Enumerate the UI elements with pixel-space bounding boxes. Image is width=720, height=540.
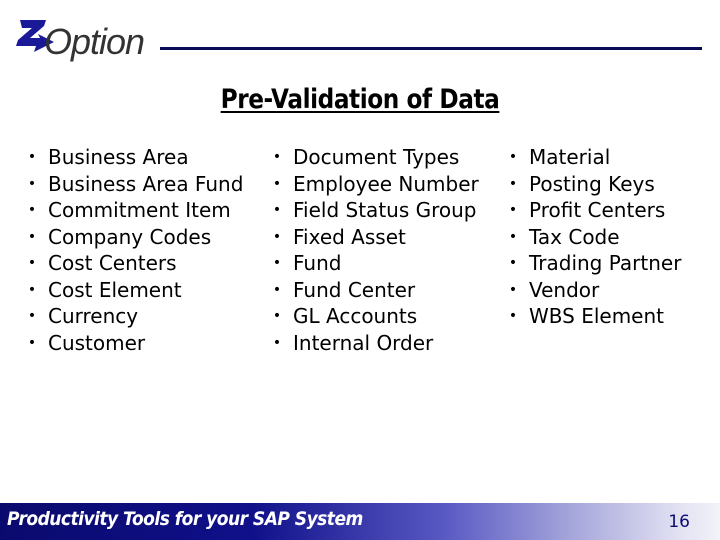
- list-item-text: Business Area: [48, 145, 189, 169]
- list-item-text: Document Types: [293, 145, 460, 169]
- slide-title: Pre-Validation of Data: [220, 84, 500, 115]
- bullet-icon: •: [272, 334, 282, 351]
- list-item-text: Trading Partner: [529, 251, 682, 275]
- footer-band: Productivity Tools for your SAP System 1…: [0, 503, 720, 540]
- bullet-icon: •: [27, 308, 37, 324]
- bullet-icon: •: [508, 149, 518, 165]
- list-item-text: Profit Centers: [529, 198, 666, 222]
- bullet-icon: •: [272, 228, 282, 245]
- logo-wordmark: Option: [44, 21, 145, 62]
- list-item-text: Currency: [48, 304, 139, 328]
- list-item-text: Fixed Asset: [293, 224, 406, 249]
- bullet-icon: •: [272, 149, 282, 165]
- list-item-text: Material: [529, 145, 611, 169]
- list-item-text: Cost Element: [48, 277, 182, 302]
- list-item-text: Vendor: [529, 277, 600, 302]
- bullet-icon: •: [272, 308, 282, 324]
- list-item-text: GL Accounts: [293, 304, 418, 328]
- list-item-text: Business Area Fund: [48, 171, 244, 196]
- bullet-icon: •: [27, 175, 37, 192]
- list-item-text: Employee Number: [293, 171, 479, 196]
- header-rule: [160, 47, 702, 50]
- bullet-icon: •: [27, 149, 37, 165]
- list-item-text: Internal Order: [293, 330, 434, 355]
- bullet-icon: •: [27, 202, 37, 218]
- page-number: 16: [668, 512, 690, 532]
- list-item-text: Tax Code: [529, 224, 620, 249]
- bullet-icon: •: [272, 202, 282, 218]
- bullet-icon: •: [27, 228, 37, 245]
- bullet-icon: •: [508, 308, 518, 324]
- list-item-text: Company Codes: [48, 224, 212, 249]
- bullet-icon: •: [508, 175, 518, 192]
- footer-tagline: Productivity Tools for your SAP System: [7, 508, 363, 530]
- bullet-icon: •: [272, 281, 282, 298]
- bullet-icon: •: [508, 202, 518, 218]
- list-item-text: WBS Element: [529, 304, 664, 328]
- list-item-text: Commitment Item: [48, 198, 231, 222]
- list-item-text: Cost Centers: [48, 251, 177, 275]
- list-item-text: Posting Keys: [529, 171, 655, 196]
- bullet-icon: •: [27, 281, 37, 298]
- list-item-text: Field Status Group: [293, 198, 477, 222]
- zoption-logo: Option: [12, 14, 162, 66]
- bullet-icon: •: [508, 228, 518, 245]
- list-item-text: Fund: [293, 251, 342, 275]
- bullet-icon: •: [27, 255, 37, 271]
- bullet-icon: •: [508, 255, 518, 271]
- bullet-icon: •: [272, 175, 282, 192]
- list-item-text: Fund Center: [293, 277, 416, 302]
- bullet-icon: •: [272, 255, 282, 271]
- bullet-icon: •: [27, 334, 37, 351]
- bullet-icon: •: [508, 281, 518, 298]
- list-item-text: Customer: [48, 330, 146, 355]
